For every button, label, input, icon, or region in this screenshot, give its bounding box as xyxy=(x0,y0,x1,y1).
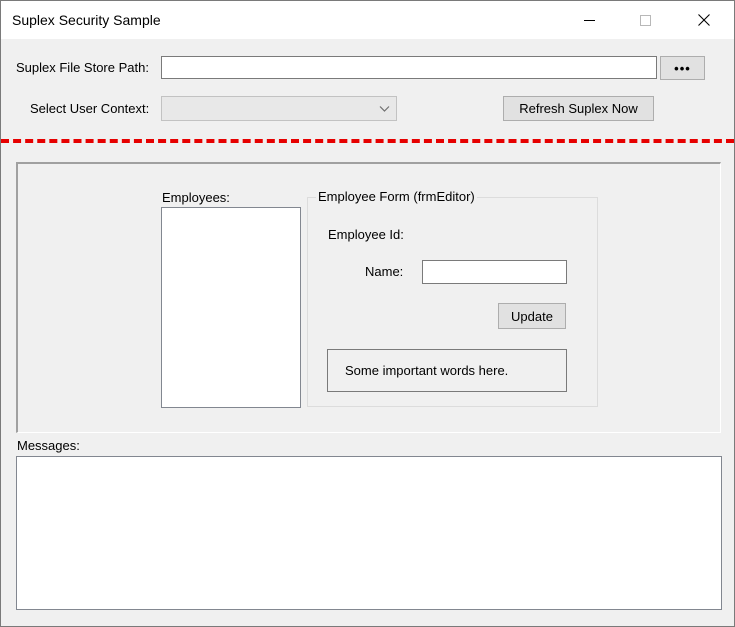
close-icon xyxy=(698,14,710,26)
minimize-button[interactable] xyxy=(566,1,612,39)
important-note-box: Some important words here. xyxy=(327,349,567,392)
maximize-icon xyxy=(639,14,651,26)
messages-label: Messages: xyxy=(17,438,80,453)
browse-button[interactable]: ••• xyxy=(660,56,705,80)
name-label: Name: xyxy=(365,264,404,279)
user-context-select[interactable] xyxy=(161,96,397,121)
user-context-label: Select User Context: xyxy=(30,101,150,116)
file-store-path-label: Suplex File Store Path: xyxy=(16,60,149,75)
window-title: Suplex Security Sample xyxy=(12,12,161,28)
messages-textbox[interactable] xyxy=(16,456,722,610)
minimize-icon xyxy=(583,19,595,21)
chevron-down-icon xyxy=(379,106,390,112)
important-note-text: Some important words here. xyxy=(345,363,509,378)
update-button[interactable]: Update xyxy=(498,303,566,329)
separator-dashed-line xyxy=(1,139,734,143)
employee-id-label: Employee Id: xyxy=(328,227,404,242)
maximize-button[interactable] xyxy=(622,1,668,39)
refresh-suplex-button[interactable]: Refresh Suplex Now xyxy=(503,96,654,121)
employees-label: Employees: xyxy=(162,190,230,205)
title-bar: Suplex Security Sample xyxy=(1,1,734,39)
employee-form-title: Employee Form (frmEditor) xyxy=(316,189,477,204)
app-window: Suplex Security Sample Suplex File Store… xyxy=(0,0,735,627)
close-button[interactable] xyxy=(681,1,727,39)
file-store-path-input[interactable] xyxy=(161,56,657,79)
employees-listbox[interactable] xyxy=(161,207,301,408)
name-input[interactable] xyxy=(422,260,567,284)
